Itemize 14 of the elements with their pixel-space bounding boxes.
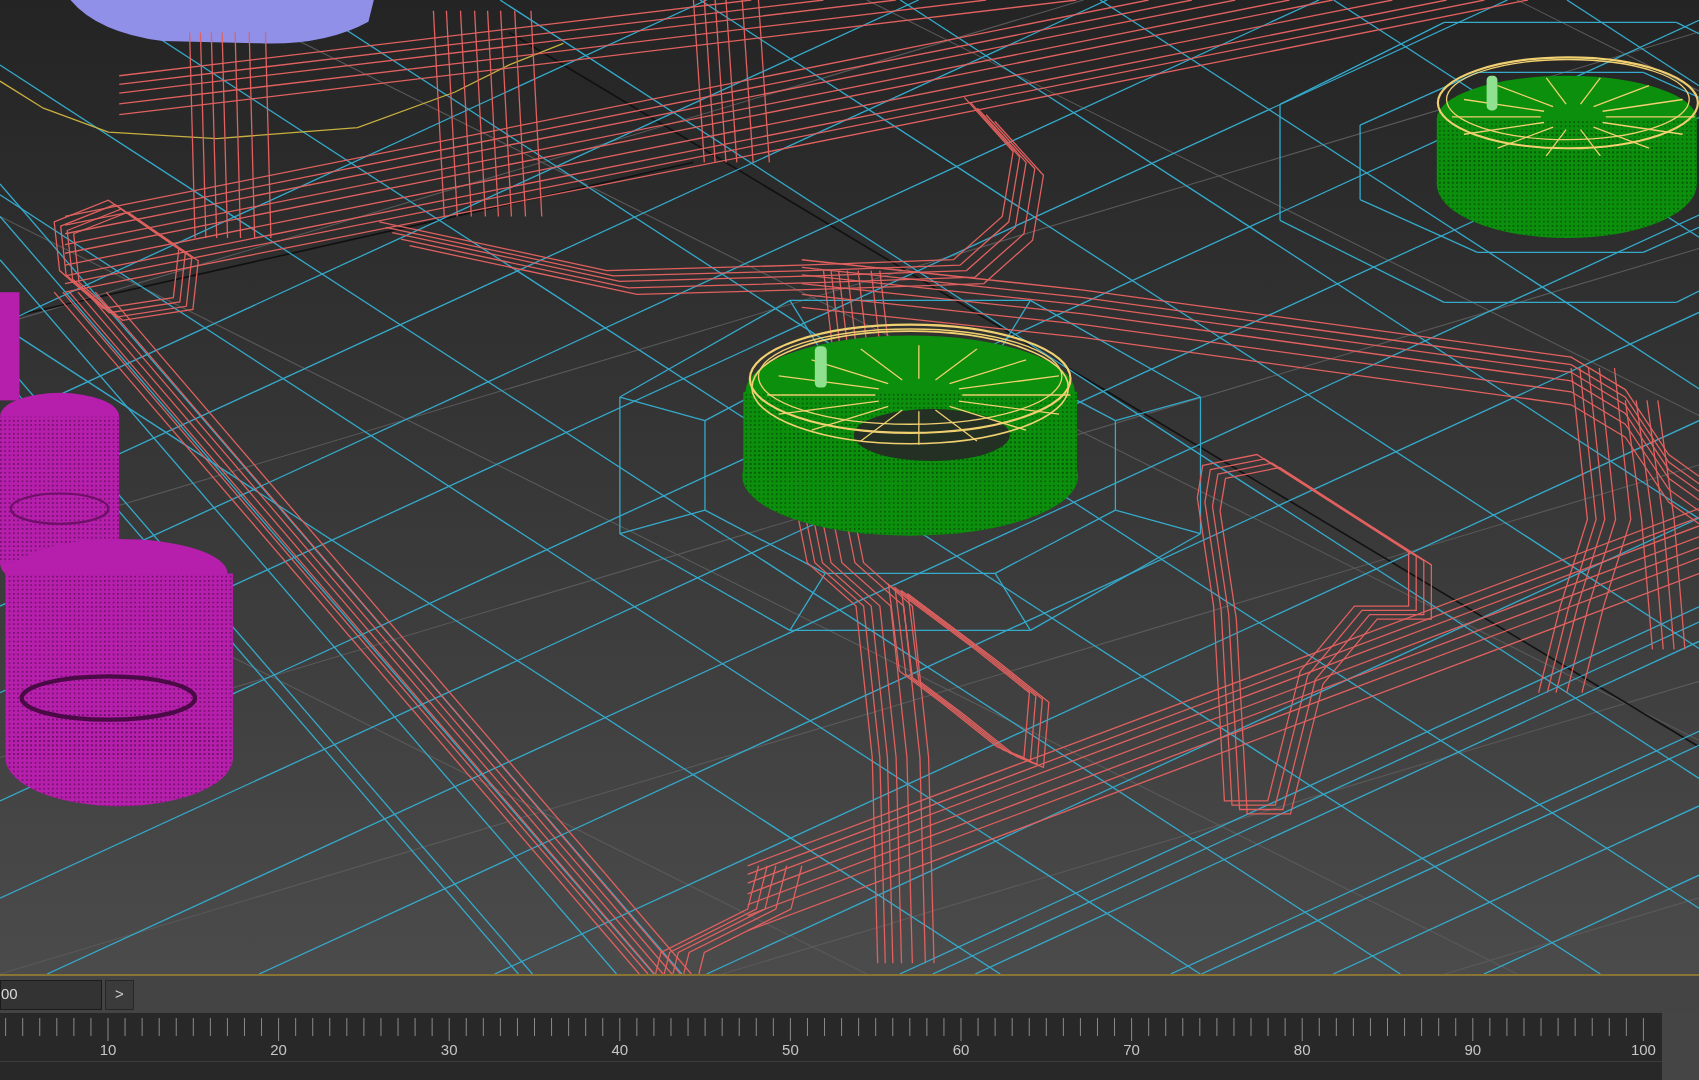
frame-number: 70 (1123, 1040, 1140, 1059)
time-slider-thumb[interactable]: 00 (0, 979, 102, 1010)
corner-panel (1662, 1013, 1699, 1080)
next-frame-button[interactable]: > (105, 979, 134, 1010)
frame-number: 20 (270, 1040, 287, 1059)
frame-number: 80 (1293, 1040, 1311, 1059)
frame-number: 10 (99, 1040, 117, 1059)
time-slider[interactable]: 00 > (0, 976, 1699, 1013)
frame-number: 30 (440, 1040, 458, 1059)
frame-number: 60 (952, 1040, 970, 1059)
frame-number: 40 (611, 1040, 629, 1059)
frame-number: 50 (782, 1040, 799, 1059)
frame-number: 90 (1464, 1040, 1482, 1059)
frame-number: 100 (1630, 1040, 1656, 1059)
